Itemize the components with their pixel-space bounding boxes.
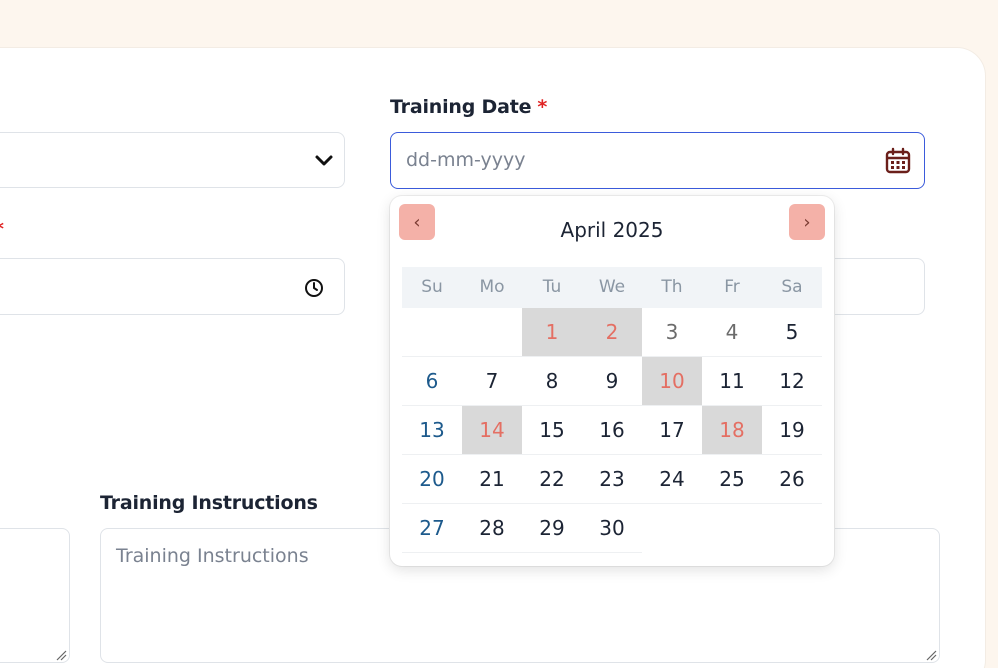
day-cell-7[interactable]: 7 bbox=[462, 357, 522, 406]
day-cell-11[interactable]: 11 bbox=[702, 357, 762, 406]
left-select-field[interactable] bbox=[0, 132, 345, 188]
required-mark: * bbox=[537, 96, 548, 118]
day-cell-16[interactable]: 16 bbox=[582, 406, 642, 455]
day-cell-9[interactable]: 9 bbox=[582, 357, 642, 406]
day-cell-6[interactable]: 6 bbox=[402, 357, 462, 406]
day-cell-5[interactable]: 5 bbox=[762, 308, 822, 357]
day-cell-27[interactable]: 27 bbox=[402, 504, 462, 553]
resize-handle-icon[interactable] bbox=[55, 649, 67, 661]
chevron-down-icon bbox=[315, 155, 333, 166]
day-cell-10[interactable]: 10 bbox=[642, 357, 702, 406]
training-date-placeholder: dd-mm-yyyy bbox=[406, 149, 526, 171]
day-cell-8[interactable]: 8 bbox=[522, 357, 582, 406]
training-instructions-placeholder: Training Instructions bbox=[116, 545, 309, 567]
weekday-label: Th bbox=[661, 277, 683, 297]
chevron-right-icon: › bbox=[803, 211, 811, 233]
weekday-label: Mo bbox=[479, 277, 505, 297]
weekday-label: We bbox=[598, 277, 626, 297]
day-cell-2[interactable]: 2 bbox=[582, 308, 642, 357]
day-cell-29[interactable]: 29 bbox=[522, 504, 582, 553]
day-cell-30[interactable]: 30 bbox=[582, 504, 642, 553]
day-cell-23[interactable]: 23 bbox=[582, 455, 642, 504]
day-cell-26[interactable]: 26 bbox=[762, 455, 822, 504]
weekday-label: Fr bbox=[724, 277, 740, 297]
day-cell-4[interactable]: 4 bbox=[702, 308, 762, 357]
weekday-label: Su bbox=[421, 277, 443, 297]
day-cell-1[interactable]: 1 bbox=[522, 308, 582, 357]
day-cell-3[interactable]: 3 bbox=[642, 308, 702, 357]
day-cell-13[interactable]: 13 bbox=[402, 406, 462, 455]
day-cell-22[interactable]: 22 bbox=[522, 455, 582, 504]
empty-day-cell bbox=[462, 308, 522, 357]
resize-handle-icon[interactable] bbox=[925, 649, 937, 661]
left-time-required-mark: * bbox=[0, 218, 4, 240]
day-cell-25[interactable]: 25 bbox=[702, 455, 762, 504]
day-cell-20[interactable]: 20 bbox=[402, 455, 462, 504]
day-cell-24[interactable]: 24 bbox=[642, 455, 702, 504]
day-cell-18[interactable]: 18 bbox=[702, 406, 762, 455]
calendar-icon[interactable] bbox=[884, 147, 912, 175]
empty-day-cell bbox=[402, 308, 462, 357]
datepicker-popup: ‹ April 2025 › Su Mo Tu We Th Fr Sa 1234… bbox=[390, 196, 834, 566]
month-title: April 2025 bbox=[560, 218, 664, 242]
day-grid: 1 2 3 4 5 6 7 8 9 10 11 12 13 14 15 16 17 18 19 20 21 22 23 24 2… bbox=[402, 308, 822, 553]
right-second-field[interactable] bbox=[830, 258, 925, 315]
weekday-label: Sa bbox=[781, 277, 803, 297]
clock-icon[interactable] bbox=[304, 278, 324, 298]
training-instructions-label: Training Instructions bbox=[100, 492, 318, 514]
day-cell-21[interactable]: 21 bbox=[462, 455, 522, 504]
day-cell-14[interactable]: 14 bbox=[462, 406, 522, 455]
training-date-label-text: Training Date bbox=[390, 96, 532, 118]
day-cell-17[interactable]: 17 bbox=[642, 406, 702, 455]
weekday-header: Su Mo Tu We Th Fr Sa bbox=[402, 267, 822, 308]
day-cell-15[interactable]: 15 bbox=[522, 406, 582, 455]
day-cell-28[interactable]: 28 bbox=[462, 504, 522, 553]
next-month-button[interactable]: › bbox=[789, 204, 825, 240]
training-date-label: Training Date * bbox=[390, 96, 547, 118]
weekday-label: Tu bbox=[542, 277, 562, 297]
day-cell-19[interactable]: 19 bbox=[762, 406, 822, 455]
left-time-field[interactable] bbox=[0, 258, 345, 315]
left-textarea[interactable] bbox=[0, 528, 70, 663]
day-cell-12[interactable]: 12 bbox=[762, 357, 822, 406]
training-date-input[interactable]: dd-mm-yyyy bbox=[390, 132, 925, 189]
